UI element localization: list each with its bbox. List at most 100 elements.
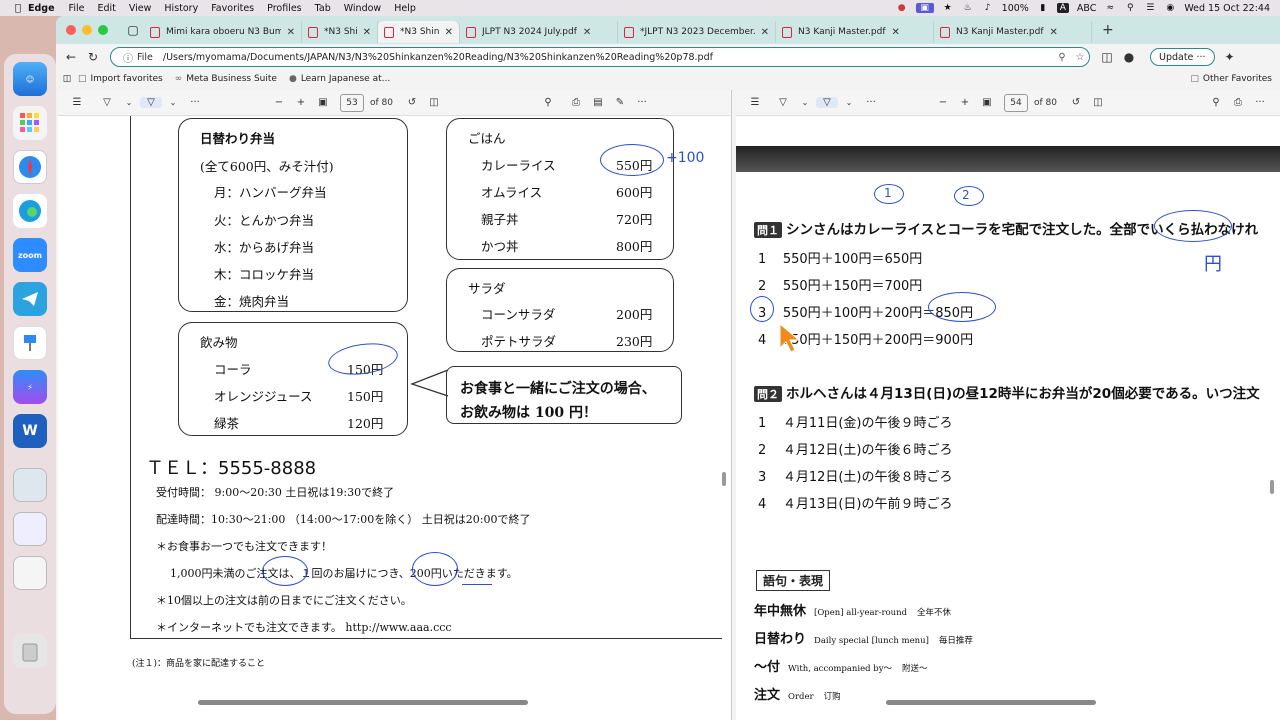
bluetooth-icon[interactable]: ★ xyxy=(942,3,954,13)
zoom-in-button[interactable]: + xyxy=(954,97,976,108)
chevron-down-icon[interactable]: ⌄ xyxy=(794,98,816,107)
control-center-icon[interactable]: ☰ xyxy=(1144,3,1156,13)
word-icon[interactable]: W xyxy=(13,414,47,448)
safari-icon[interactable] xyxy=(13,150,47,184)
wifi-icon[interactable]: ≈ xyxy=(1104,3,1116,13)
search-icon[interactable]: ⚲ xyxy=(537,97,559,108)
tab-4[interactable]: JLPT N3 2024 July.pdf ✕ xyxy=(460,21,618,43)
page-number-input[interactable]: 53 xyxy=(340,93,364,112)
zoom-in-button[interactable]: + xyxy=(290,97,312,108)
highlight-icon[interactable]: ▽ xyxy=(816,97,838,108)
window-thumbnail-2[interactable] xyxy=(13,512,47,546)
favorite-star-icon[interactable]: ☆ xyxy=(1071,52,1089,63)
fit-page-icon[interactable]: ▣ xyxy=(976,97,998,108)
close-tab-icon[interactable]: ✕ xyxy=(761,27,769,38)
more-tools-icon[interactable]: ··· xyxy=(184,97,206,108)
draw-icon[interactable]: ▽ xyxy=(96,97,118,108)
launchpad-icon[interactable] xyxy=(13,106,47,140)
menu-file[interactable]: File xyxy=(69,3,85,14)
split-screen-icon[interactable]: ◫ xyxy=(1096,50,1118,64)
profile-avatar-icon[interactable]: ● xyxy=(1118,50,1140,64)
keynote-icon[interactable] xyxy=(13,326,47,360)
telegram-icon[interactable] xyxy=(13,282,47,316)
answer-option[interactable]: 1 ４月11日(金)の午後９時ごろ xyxy=(758,412,953,431)
print-icon[interactable]: ⎙ xyxy=(1227,97,1249,108)
zoom-out-button[interactable]: − xyxy=(932,97,954,108)
chevron-down-icon[interactable]: ⌄ xyxy=(118,98,140,107)
close-tab-icon[interactable]: ✕ xyxy=(1050,27,1058,38)
save-as-icon[interactable]: ✎ xyxy=(609,97,631,108)
page-view-icon[interactable]: ◫ xyxy=(1087,97,1109,108)
save-icon[interactable]: ▤ xyxy=(587,97,609,108)
more-tools-icon[interactable]: ··· xyxy=(860,97,882,108)
search-icon[interactable]: ⚲ xyxy=(1205,97,1227,108)
new-tab-button[interactable]: + xyxy=(1102,22,1114,38)
close-tab-icon[interactable]: ✕ xyxy=(892,27,900,38)
close-tab-icon[interactable]: ✕ xyxy=(445,27,453,38)
answer-option[interactable]: 2 ４月12日(土)の午後６時ごろ xyxy=(758,439,953,458)
finder-icon[interactable]: ☺ xyxy=(13,62,47,96)
fav-learn-japanese[interactable]: ● Learn Japanese at... xyxy=(289,74,390,84)
record-icon[interactable]: ● xyxy=(896,3,908,13)
zoom-out-button[interactable]: − xyxy=(268,97,290,108)
battery-icon[interactable]: ▮ xyxy=(1037,3,1049,13)
menu-view[interactable]: View xyxy=(129,3,152,14)
answer-option[interactable]: 3 ４月12日(土)の午後８時ごろ xyxy=(758,466,953,485)
draw-icon[interactable]: ▽ xyxy=(772,97,794,108)
horizontal-scrollbar[interactable] xyxy=(198,700,528,705)
fav-import[interactable]: □ Import favorites xyxy=(78,74,163,84)
input-source-icon[interactable]: A xyxy=(1056,3,1069,13)
fav-other[interactable]: □ Other Favorites xyxy=(1190,74,1272,84)
zoom-icon[interactable]: zoom xyxy=(13,238,47,272)
rotate-icon[interactable]: ↺ xyxy=(1065,97,1087,108)
answer-option[interactable]: 4 ４月13日(日)の午前９時ごろ xyxy=(758,493,953,512)
horizontal-scrollbar[interactable] xyxy=(886,700,1096,705)
siri-icon[interactable]: ◉ xyxy=(1164,3,1176,13)
chevron-down-icon[interactable]: ⌄ xyxy=(162,98,184,107)
tab-3[interactable]: *N3 Shink ✕ xyxy=(378,21,460,43)
menu-help[interactable]: Help xyxy=(394,3,416,14)
menu-tab[interactable]: Tab xyxy=(315,3,331,14)
sidebar-toggle-icon[interactable]: ▢ xyxy=(122,23,144,37)
rotate-icon[interactable]: ↺ xyxy=(401,97,423,108)
contents-icon[interactable]: ☰ xyxy=(744,97,766,108)
print-icon[interactable]: ⎙ xyxy=(565,97,587,108)
close-tab-icon[interactable]: ✕ xyxy=(363,27,371,38)
answer-option[interactable]: 1 550円＋100円＝650円 xyxy=(758,248,922,267)
messenger-icon[interactable]: ⚡ xyxy=(13,370,47,404)
update-button[interactable]: Update ··· xyxy=(1150,48,1215,66)
input-mode[interactable]: ABC xyxy=(1077,3,1096,14)
tab-7[interactable]: N3 Kanji Master.pdf ✕ xyxy=(934,21,1092,43)
more-icon[interactable]: ··· xyxy=(1249,97,1271,108)
url-field[interactable]: ⓘ File /Users/myomama/Documents/JAPAN/N3… xyxy=(110,47,1090,67)
contents-icon[interactable]: ☰ xyxy=(66,97,88,108)
tab-5[interactable]: *JLPT N3 2023 December.pdf ✕ xyxy=(618,21,776,43)
fav-meta[interactable]: ∞ Meta Business Suite xyxy=(175,74,277,84)
close-tab-icon[interactable]: ✕ xyxy=(287,27,295,38)
apple-icon[interactable]:  xyxy=(8,3,28,14)
back-button[interactable]: ← xyxy=(60,50,82,64)
page-view-icon[interactable]: ◫ xyxy=(423,97,445,108)
page-number-input[interactable]: 54 xyxy=(1004,93,1028,112)
sound-icon[interactable]: ♪ xyxy=(982,3,994,13)
menu-window[interactable]: Window xyxy=(344,3,381,14)
zoom-icon[interactable]: ⚲ xyxy=(1053,52,1071,63)
tab-6[interactable]: N3 Kanji Master.pdf ✕ xyxy=(776,21,934,43)
menu-edit[interactable]: Edit xyxy=(97,3,115,14)
info-icon[interactable]: ⓘ xyxy=(119,50,137,65)
fit-page-icon[interactable]: ▣ xyxy=(312,97,334,108)
search-icon[interactable]: ⚲ xyxy=(1124,3,1136,13)
trash-icon[interactable] xyxy=(13,634,47,668)
menu-profiles[interactable]: Profiles xyxy=(267,3,302,14)
menu-app-name[interactable]: Edge xyxy=(28,3,55,14)
more-icon[interactable]: ··· xyxy=(631,97,653,108)
refresh-button[interactable]: ↻ xyxy=(82,50,104,64)
highlight-icon[interactable]: ▽ xyxy=(140,97,162,108)
zoom-window-button[interactable] xyxy=(98,25,108,35)
copilot-icon[interactable]: ✦ xyxy=(1219,50,1241,64)
vertical-scrollbar[interactable] xyxy=(722,472,726,486)
bell-icon[interactable]: ♨ xyxy=(962,3,974,13)
close-tab-icon[interactable]: ✕ xyxy=(583,27,591,38)
tab-actions-icon[interactable]: ◫ xyxy=(56,74,78,84)
window-thumbnail-3[interactable] xyxy=(13,556,47,590)
